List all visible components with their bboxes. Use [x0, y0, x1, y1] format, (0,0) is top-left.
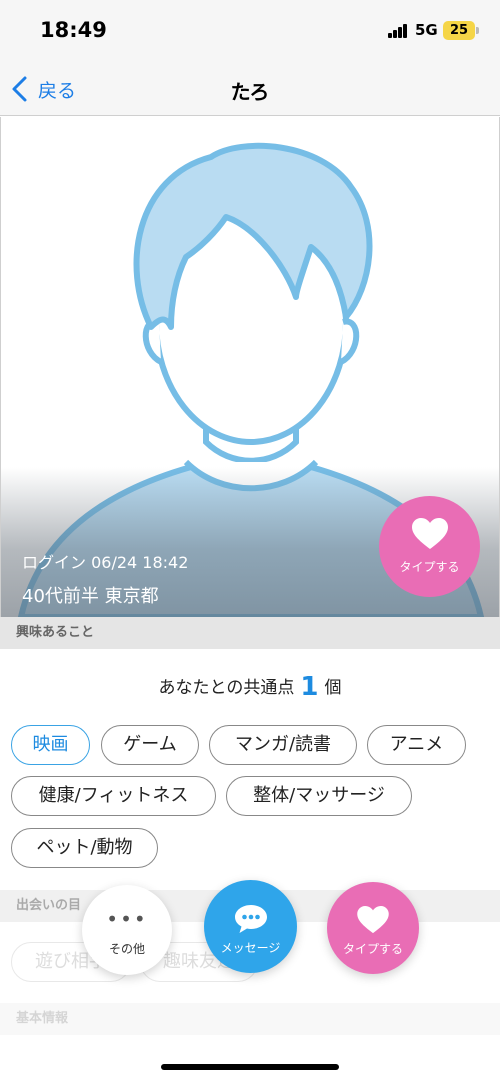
battery-icon: 25: [443, 21, 479, 40]
heart-icon: [357, 906, 389, 934]
interest-tag[interactable]: ゲーム: [101, 725, 199, 765]
common-prefix: あなたとの共通点: [158, 678, 295, 698]
interest-tag[interactable]: ペット/動物: [11, 828, 158, 868]
last-login: ログイン 06/24 18:42: [22, 553, 189, 572]
profile-photo[interactable]: ログイン 06/24 18:42 40代前半 東京都 タイプする: [0, 117, 500, 617]
basic-info-header: 基本情報: [0, 1003, 500, 1035]
chat-bubble-icon: [235, 905, 267, 933]
other-label: その他: [108, 942, 145, 956]
status-bar: 18:49 5G 25: [0, 0, 500, 60]
interests-header: 興味あること: [0, 617, 500, 649]
network-label: 5G: [415, 21, 438, 39]
interest-tag[interactable]: 健康/フィットネス: [11, 776, 216, 816]
age-location: 40代前半 東京都: [22, 586, 159, 607]
message-label: メッセージ: [220, 941, 281, 955]
interest-tag[interactable]: マンガ/読書: [209, 725, 357, 765]
common-count-line: あなたとの共通点 1 個: [0, 672, 500, 702]
page-title: たろ: [230, 80, 270, 104]
photo-like-label: タイプする: [399, 560, 460, 574]
more-dots-icon: •••: [106, 907, 148, 931]
signal-icon: [388, 24, 410, 38]
nav-bar: 戻る たろ: [0, 60, 500, 116]
heart-icon: [412, 518, 448, 549]
interest-tag[interactable]: 整体/マッサージ: [226, 776, 412, 816]
like-button[interactable]: タイプする: [327, 882, 419, 974]
like-label: タイプする: [342, 942, 403, 956]
common-suffix: 個: [324, 678, 342, 698]
interest-tag[interactable]: 映画: [11, 725, 90, 765]
other-button[interactable]: ••• その他: [82, 885, 172, 975]
message-button[interactable]: メッセージ: [204, 880, 297, 973]
home-indicator: [161, 1064, 339, 1070]
interest-tag[interactable]: アニメ: [367, 725, 466, 765]
photo-like-button[interactable]: タイプする: [379, 496, 480, 597]
status-time: 18:49: [40, 18, 107, 42]
common-count: 1: [300, 672, 319, 702]
